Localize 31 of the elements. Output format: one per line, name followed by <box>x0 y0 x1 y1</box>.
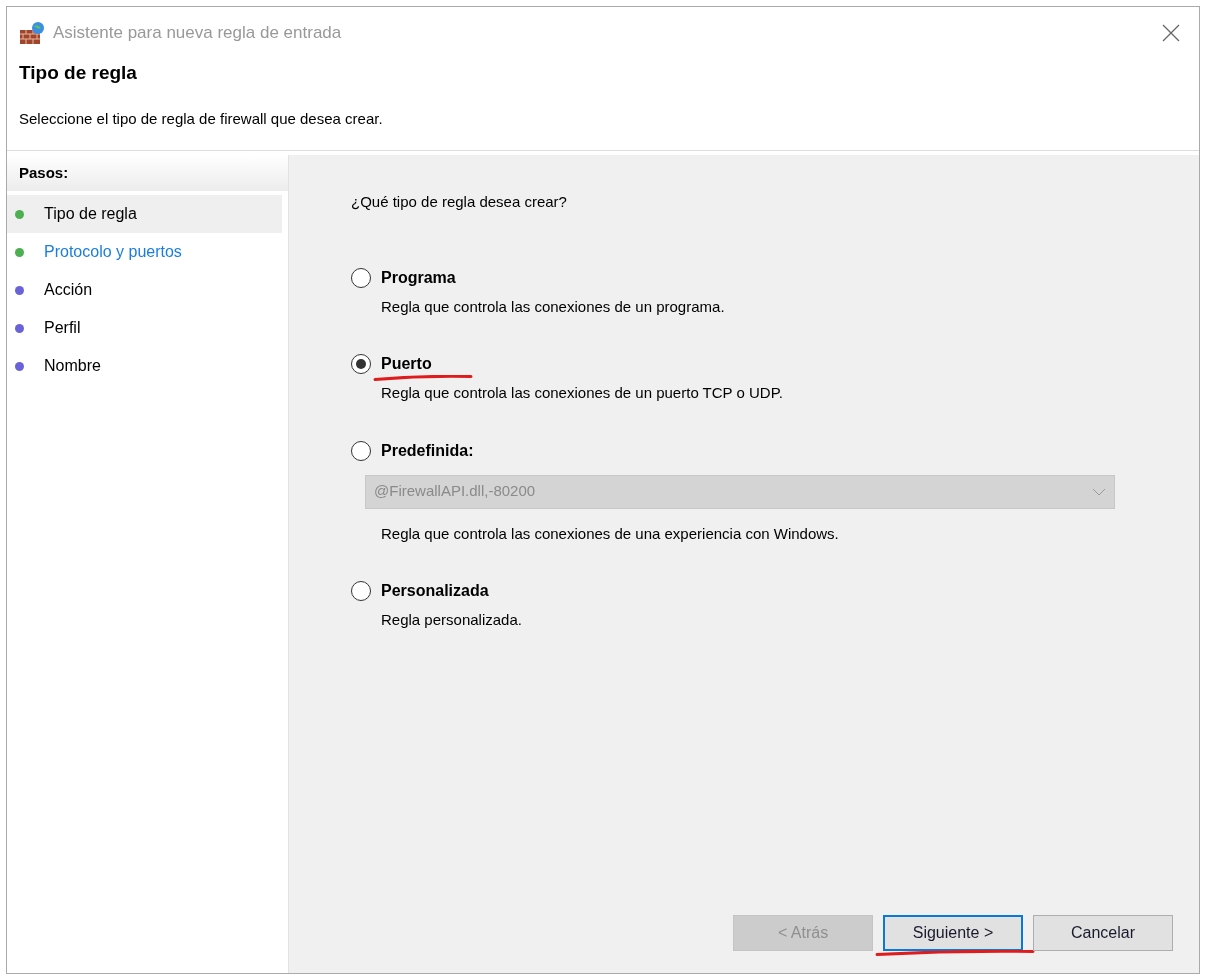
radio-button[interactable] <box>351 267 371 288</box>
option-description: Regla que controla las conexiones de un puerto TCP o UDP. <box>381 383 783 403</box>
close-icon <box>1162 24 1180 42</box>
wizard-button[interactable]: Cancelar <box>1033 915 1173 951</box>
step-label: Nombre <box>44 356 101 376</box>
step-item[interactable]: Perfil <box>7 309 282 347</box>
step-item[interactable]: Acción <box>7 271 282 309</box>
page-subtitle: Seleccione el tipo de regla de firewall que desea crear. <box>19 108 384 129</box>
option-description: Regla personalizada. <box>381 610 522 630</box>
wizard-button[interactable]: Siguiente > <box>883 915 1023 951</box>
option-label: Predefinida: <box>381 440 474 461</box>
option-description: Regla que controla las conexiones de una experiencia con Windows. <box>381 523 839 544</box>
step-link[interactable]: Protocolo y puertos <box>44 240 182 264</box>
step-label: Tipo de regla <box>44 204 137 224</box>
radio-button[interactable] <box>351 354 371 374</box>
radio-button[interactable] <box>351 440 371 461</box>
step-label: Acción <box>44 280 93 300</box>
step-item[interactable]: Tipo de regla <box>7 195 282 233</box>
chevron-down-icon <box>1092 487 1106 496</box>
step-item[interactable]: Protocolo y puertos <box>7 233 282 271</box>
radio-button[interactable] <box>351 581 371 601</box>
brick-wall-globe-icon <box>19 21 45 45</box>
option-label: Puerto <box>381 352 432 376</box>
option-description: Regla que controla las conexiones de un programa. <box>381 296 725 317</box>
window-title: Asistente para nueva regla de entrada <box>53 22 342 45</box>
page-heading: Tipo de regla <box>19 61 138 85</box>
question-text: ¿Qué tipo de regla desea crear? <box>351 192 568 212</box>
step-label: Perfil <box>44 318 81 338</box>
option-label: Personalizada <box>381 581 489 601</box>
option-label: Programa <box>381 267 456 288</box>
step-item[interactable]: Nombre <box>7 347 282 385</box>
